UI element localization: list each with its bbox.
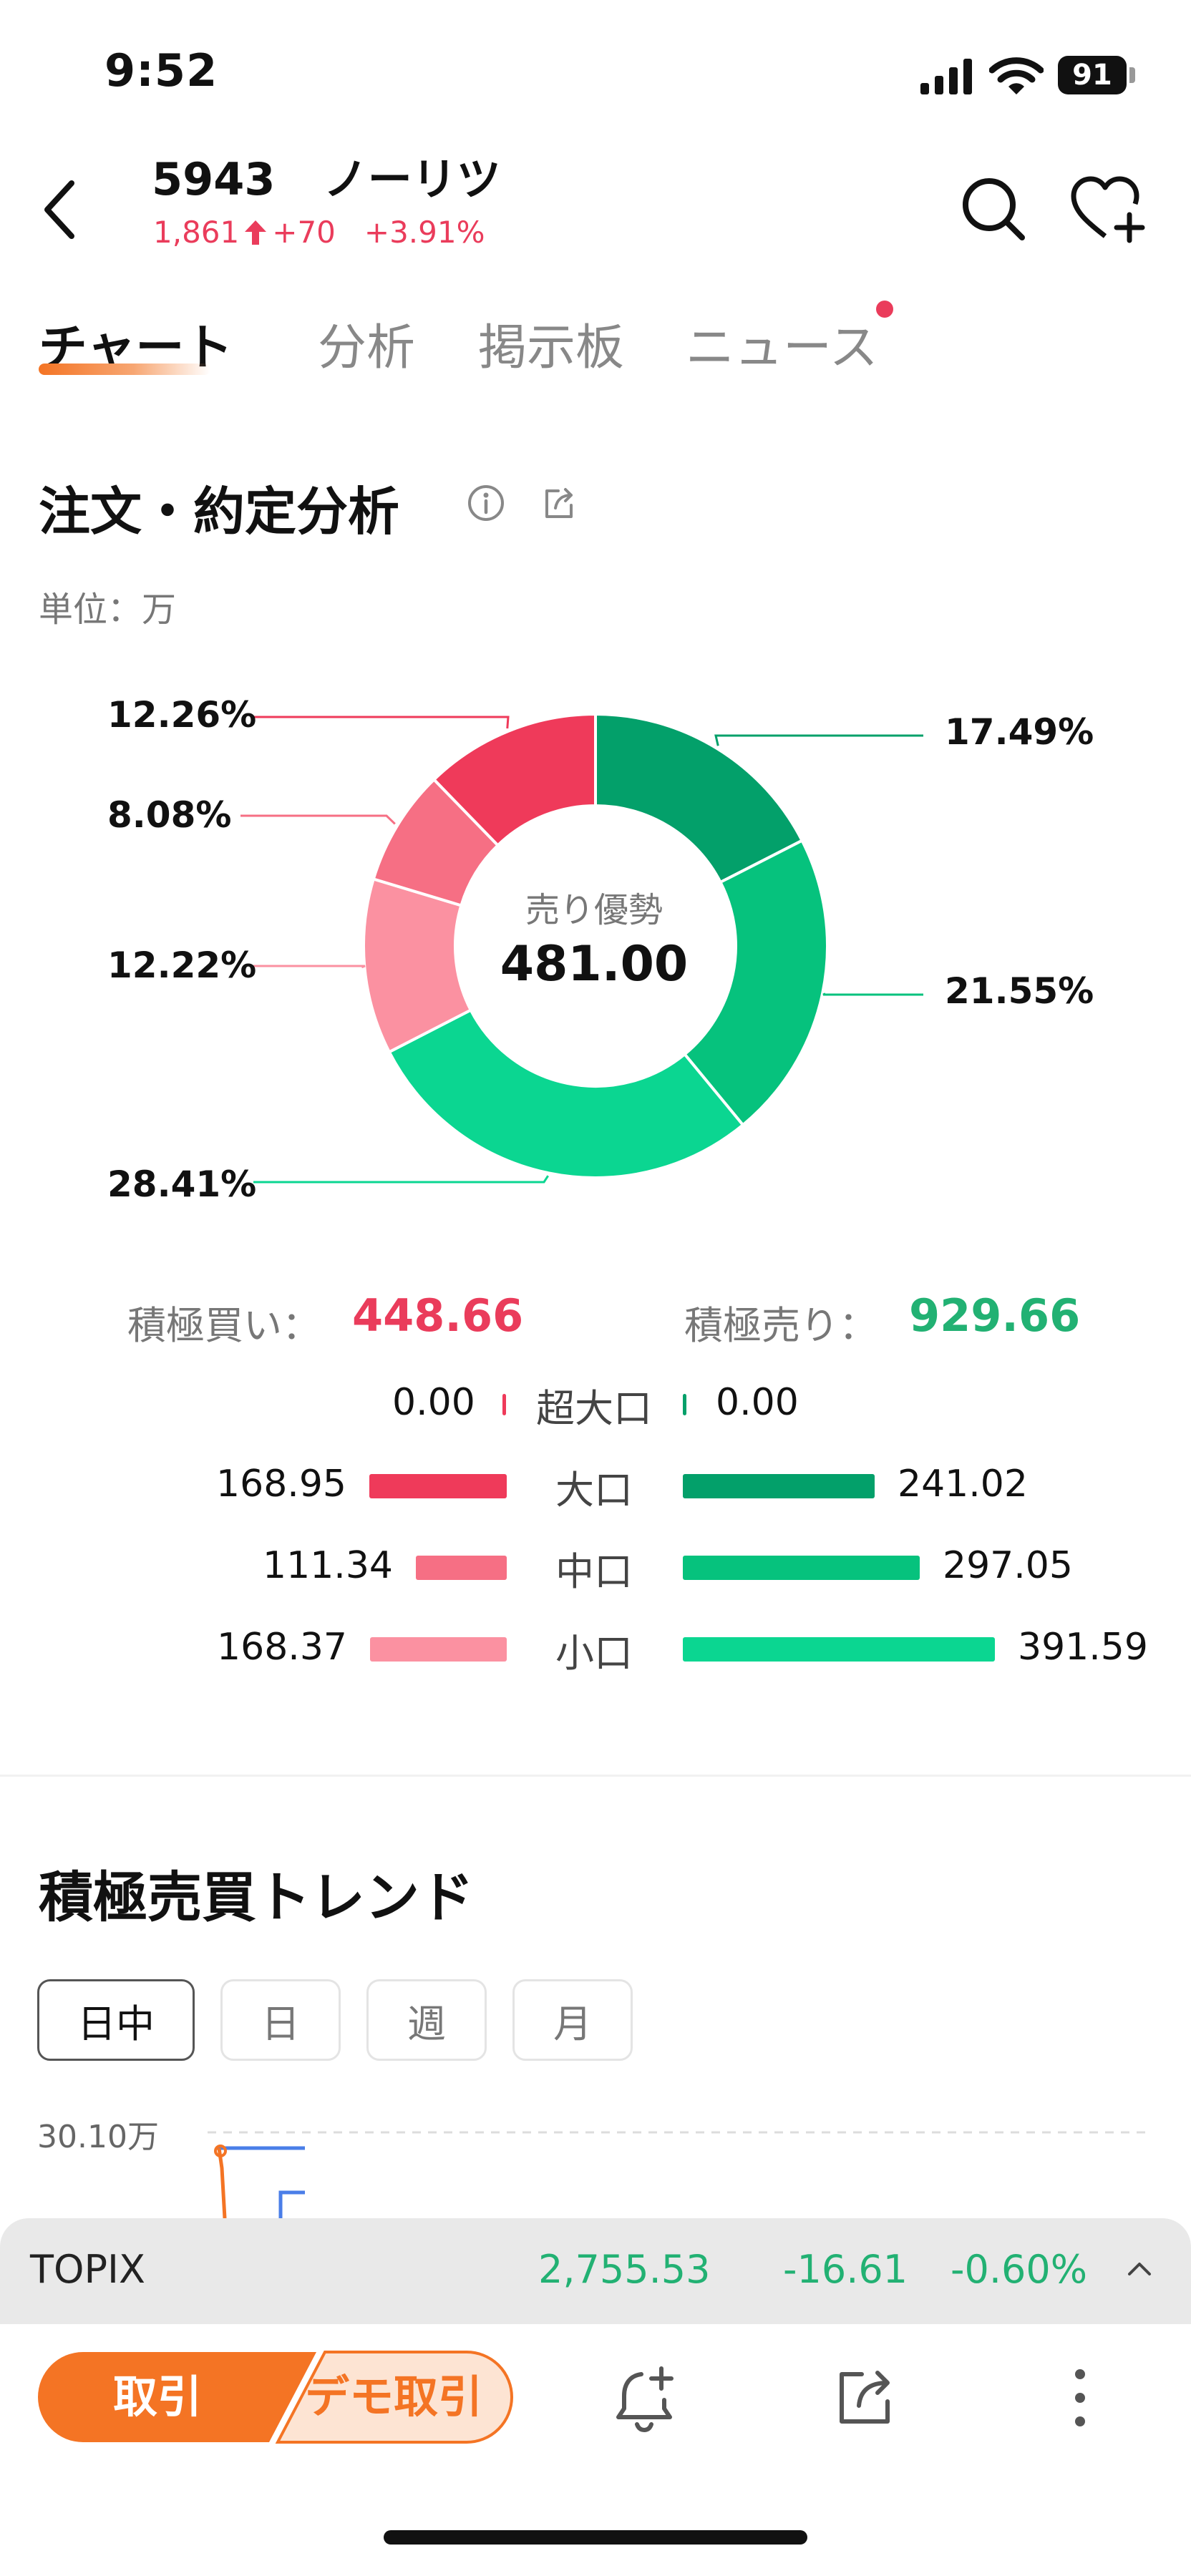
period-day-button[interactable]: 日 <box>220 1979 341 2061</box>
buy-amount: 168.95 <box>216 1463 346 1506</box>
buy-bar <box>502 1394 506 1415</box>
sell-bar <box>683 1556 920 1580</box>
stock-price: 1,861 <box>153 215 240 250</box>
index-name: TOPIX <box>30 2247 145 2292</box>
more-icon[interactable] <box>1069 2366 1091 2430</box>
chevron-up-icon[interactable] <box>1125 2258 1154 2280</box>
sell-amount: 0.00 <box>716 1381 799 1424</box>
tab-analysis[interactable]: 分析 <box>318 308 415 379</box>
tab-board[interactable]: 掲示板 <box>478 308 624 379</box>
active-buy-label: 積極買い： <box>127 1303 321 1348</box>
pie-label-small-sell: 28.41% <box>107 1163 257 1205</box>
period-week-button[interactable]: 週 <box>366 1979 487 2061</box>
row-label: 中口 <box>555 1549 633 1594</box>
status-time: 9:52 <box>104 44 218 97</box>
sell-bar <box>683 1637 995 1662</box>
pie-label-mid-buy: 8.08% <box>107 794 232 836</box>
home-indicator <box>384 2530 807 2545</box>
section-title: 注文・約定分析 <box>39 482 400 542</box>
period-month-button[interactable]: 月 <box>512 1979 633 2061</box>
demo-trade-button[interactable]: デモ取引 <box>272 2350 515 2444</box>
buy-amount: 111.34 <box>263 1544 393 1587</box>
pie-label-small-buy: 12.22% <box>107 945 257 986</box>
row-label: 小口 <box>555 1631 633 1676</box>
sell-bar <box>683 1474 875 1498</box>
buy-bar <box>416 1556 507 1580</box>
section-divider <box>0 1775 1191 1777</box>
pie-leader-large-sell <box>714 734 923 746</box>
alert-add-icon[interactable] <box>613 2364 679 2433</box>
stock-title: 5943 ノーリツ <box>152 143 501 208</box>
active-tab-indicator <box>39 364 210 375</box>
pie-slice-small-sell <box>387 1008 745 1179</box>
sell-amount: 391.59 <box>1018 1626 1148 1669</box>
trend-chart-area <box>208 2131 1152 2218</box>
stock-name: ノーリツ <box>323 153 501 205</box>
arrow-up-icon <box>245 220 267 245</box>
index-change-pct: -0.60% <box>951 2247 1088 2292</box>
price-line: 1,861 +70 +3.91% <box>153 215 485 250</box>
pie-leader-mid-buy <box>240 814 396 825</box>
price-change: +70 <box>272 215 336 250</box>
battery-indicator: 91 <box>1058 56 1127 94</box>
pie-label-large-sell: 17.49% <box>945 711 1094 753</box>
buy-bar <box>370 1637 507 1662</box>
sell-bar <box>683 1394 686 1415</box>
buy-amount: 0.00 <box>392 1381 475 1424</box>
sell-amount: 297.05 <box>943 1544 1073 1587</box>
row-label: 大口 <box>555 1468 633 1513</box>
active-sell-label: 積極売り： <box>684 1303 878 1348</box>
news-badge-dot <box>876 301 893 318</box>
share-icon[interactable] <box>833 2364 898 2429</box>
active-buy-value: 448.66 <box>352 1289 524 1342</box>
trend-title: 積極売買トレンド <box>39 1865 474 1929</box>
share-icon[interactable] <box>540 484 578 522</box>
pie-label-mid-sell: 21.55% <box>945 970 1094 1012</box>
trade-button[interactable]: 取引 <box>36 2350 279 2444</box>
tab-news[interactable]: ニュース <box>686 308 878 379</box>
pie-leader-mid-sell <box>822 992 923 996</box>
stock-code: 5943 <box>152 153 276 205</box>
index-change: -16.61 <box>783 2247 908 2292</box>
period-intraday-button[interactable]: 日中 <box>37 1979 195 2061</box>
active-sell-value: 929.66 <box>909 1289 1081 1342</box>
signal-icon <box>920 59 972 94</box>
pie-leader-small-sell <box>253 1175 549 1184</box>
favorite-add-icon[interactable] <box>1069 175 1148 243</box>
price-change-pct: +3.91% <box>364 215 485 250</box>
back-arrow-icon[interactable] <box>39 177 82 242</box>
unit-label: 単位：万 <box>39 590 177 630</box>
pie-center-value: 481.00 <box>500 936 689 992</box>
wifi-icon <box>989 57 1044 94</box>
info-icon[interactable] <box>467 484 505 522</box>
index-value: 2,755.53 <box>538 2247 711 2292</box>
buy-amount: 168.37 <box>217 1626 347 1669</box>
pie-leader-large-buy <box>251 716 510 729</box>
trend-sell-line <box>217 2147 227 2218</box>
sell-amount: 241.02 <box>898 1463 1028 1506</box>
pie-center-label: 売り優勢 <box>525 890 663 930</box>
row-label: 超大口 <box>536 1386 652 1431</box>
buy-bar <box>369 1474 507 1498</box>
battery-tip <box>1129 67 1135 83</box>
trend-buy-line-2 <box>278 2190 305 2218</box>
pie-leader-small-buy <box>253 965 366 969</box>
pie-label-large-buy: 12.26% <box>107 694 257 736</box>
search-icon[interactable] <box>959 175 1028 243</box>
